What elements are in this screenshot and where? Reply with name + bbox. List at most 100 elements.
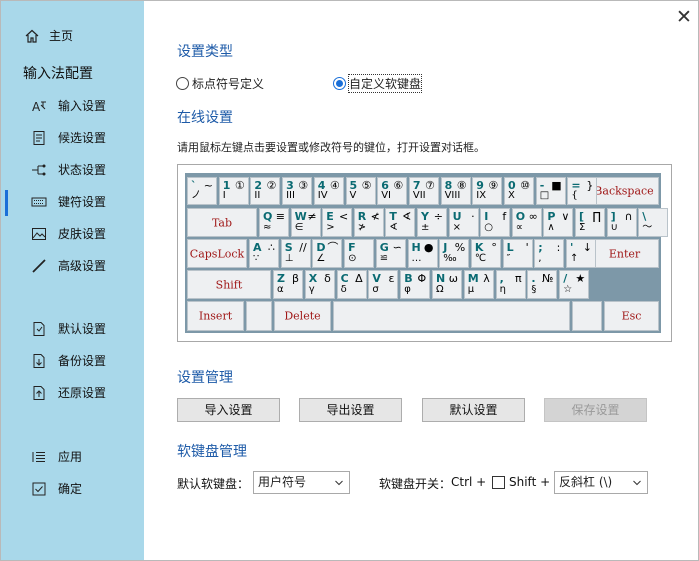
- list-icon: [32, 452, 45, 462]
- home-icon: [25, 29, 39, 43]
- sidebar-item-keys[interactable]: 键符设置: [1, 189, 144, 215]
- key-char[interactable]: 2 ② II: [250, 177, 281, 205]
- close-icon[interactable]: ✕: [673, 7, 695, 29]
- import-button[interactable]: 导入设置: [177, 398, 280, 422]
- key-char[interactable]: F ⊙: [344, 239, 375, 268]
- key-char[interactable]: 5⑤V: [345, 177, 376, 205]
- key-backspace[interactable]: Backspace: [589, 177, 659, 205]
- sidebar-item-apply[interactable]: 应用: [1, 444, 144, 470]
- sidebar-item-backup[interactable]: 备份设置: [1, 348, 144, 374]
- key-char[interactable]: W ≠ ∈: [290, 208, 321, 237]
- key-char[interactable]: J% ‰: [439, 239, 470, 268]
- key-esc[interactable]: Esc: [604, 301, 659, 331]
- sidebar-item-ok[interactable]: 确定: [1, 476, 144, 502]
- key-enter[interactable]: Enter: [590, 239, 659, 268]
- key-char[interactable]: Zβα: [273, 270, 303, 299]
- default-softkb-select[interactable]: 用户符号: [253, 471, 350, 494]
- key-char[interactable]: ' ↓ ↑: [566, 239, 596, 268]
- sidebar-title: 输入法配置: [23, 66, 93, 82]
- sidebar-item-advanced[interactable]: 高级设置: [1, 253, 144, 279]
- key-symbol: ″: [506, 253, 511, 264]
- key-char[interactable]: S//⊥: [280, 239, 311, 268]
- key-char[interactable]: G ∽ ≌: [375, 239, 406, 268]
- sidebar-item-skin[interactable]: 皮肤设置: [1, 221, 144, 247]
- radio-dot[interactable]: [333, 77, 346, 90]
- key-symbol: σ: [372, 284, 379, 295]
- key-char[interactable]: ` ~ ノ: [187, 177, 217, 205]
- sidebar-item-restore[interactable]: 还原设置: [1, 380, 144, 406]
- sidebar-item-label: 应用: [58, 450, 83, 464]
- key-char[interactable]: Xδγ: [304, 270, 335, 299]
- sidebar-item-status[interactable]: 状态设置: [1, 157, 144, 183]
- key-char[interactable]: D ⌒ ∠: [312, 239, 343, 268]
- key-char[interactable]: 3 ③ III: [282, 177, 313, 205]
- key-blank[interactable]: [572, 301, 602, 331]
- key-char[interactable]: Q ≡ ≈: [259, 208, 289, 237]
- key-char[interactable]: ,πη: [495, 270, 526, 299]
- key-char[interactable]: Y ÷ ±: [417, 208, 447, 237]
- key-char[interactable]: K ° ℃: [470, 239, 501, 268]
- key-space[interactable]: [333, 301, 570, 331]
- key-char[interactable]: Vεσ: [368, 270, 399, 299]
- input-settings-icon: A: [32, 100, 46, 114]
- key-char[interactable]: Mλμ: [463, 270, 494, 299]
- key-char[interactable]: NωΩ: [432, 270, 462, 299]
- key-char[interactable]: P ∨ ∧: [543, 208, 574, 237]
- chevron-down-icon: [335, 480, 343, 486]
- svg-text:A: A: [32, 100, 41, 114]
- key-symbol: ≡: [275, 210, 285, 223]
- radio-custom-softkeyboard[interactable]: 自定义软键盘: [333, 74, 423, 93]
- key-capslock[interactable]: CapsLock: [187, 239, 247, 268]
- soft-keyboard: Backspace Tab CapsLock Enter Shift Inser…: [185, 173, 669, 333]
- sidebar-item-label: 皮肤设置: [58, 227, 107, 241]
- key-char[interactable]: =}{: [567, 177, 598, 205]
- key-char[interactable]: / ★ ☆: [559, 270, 590, 299]
- key-char[interactable]: CΔδ: [336, 270, 367, 299]
- radio-punctuation[interactable]: 标点符号定义: [176, 75, 264, 92]
- key-shift[interactable]: Shift: [187, 270, 271, 299]
- key-char[interactable]: 8 ⑧ VIII: [440, 177, 471, 205]
- key-tab[interactable]: Tab: [187, 208, 257, 237]
- key-char[interactable]: BΦφ: [400, 270, 431, 299]
- key-char[interactable]: 0⑩X: [504, 177, 534, 205]
- key-char[interactable]: R ≮ ≯: [353, 208, 384, 237]
- key-blank[interactable]: [246, 301, 272, 331]
- key-delete[interactable]: Delete: [274, 301, 331, 331]
- key-label: Delete: [284, 309, 321, 323]
- key-char[interactable]: ] ∩ ∪: [606, 208, 637, 237]
- key-char[interactable]: H ●…: [407, 239, 438, 268]
- sidebar-item-default[interactable]: 默认设置: [1, 316, 144, 342]
- save-button[interactable]: 保存设置: [544, 398, 647, 422]
- default-settings-button[interactable]: 默认设置: [422, 398, 525, 422]
- key-char[interactable]: L ' ″: [502, 239, 533, 268]
- key-symbol: ⊥: [284, 253, 294, 264]
- key-char[interactable]: 7 ⑦ VII: [408, 177, 439, 205]
- key-char[interactable]: A ∴ ∵: [249, 239, 279, 268]
- default-softkb-value: 用户符号: [258, 475, 307, 489]
- key-symbol: ±: [421, 222, 430, 233]
- shift-checkbox[interactable]: [492, 476, 505, 489]
- key-symbol: ∵: [253, 253, 260, 264]
- key-char[interactable]: U · ×: [448, 208, 479, 237]
- export-button[interactable]: 导出设置: [299, 398, 402, 422]
- key-symbol: //: [299, 241, 307, 254]
- key-char[interactable]: T ∢ ∢: [385, 208, 416, 237]
- key-insert[interactable]: Insert: [187, 301, 244, 331]
- key-char[interactable]: - ■ □: [535, 177, 566, 205]
- key-char[interactable]: . № §: [527, 270, 558, 299]
- switch-key-select[interactable]: 反斜杠 (\): [554, 471, 648, 494]
- sidebar-home[interactable]: 主页: [1, 23, 144, 49]
- key-char[interactable]: 1①I: [218, 177, 249, 205]
- key-char[interactable]: 6 ⑥ VI: [377, 177, 408, 205]
- key-char[interactable]: O ∞ ∝: [511, 208, 542, 237]
- key-char[interactable]: If ○: [480, 208, 511, 237]
- key-char[interactable]: [∏ Σ: [575, 208, 605, 237]
- key-char[interactable]: ;: ‚: [534, 239, 565, 268]
- sidebar-item-input-settings[interactable]: A 输入设置: [1, 93, 144, 119]
- sidebar-item-candidate[interactable]: 候选设置: [1, 125, 144, 151]
- key-char[interactable]: 4 ④ IV: [313, 177, 344, 205]
- radio-dot[interactable]: [176, 77, 189, 90]
- key-char[interactable]: 9 ⑨ IX: [472, 177, 503, 205]
- key-char[interactable]: \ 〜: [638, 208, 669, 237]
- key-char[interactable]: E < >: [322, 208, 353, 237]
